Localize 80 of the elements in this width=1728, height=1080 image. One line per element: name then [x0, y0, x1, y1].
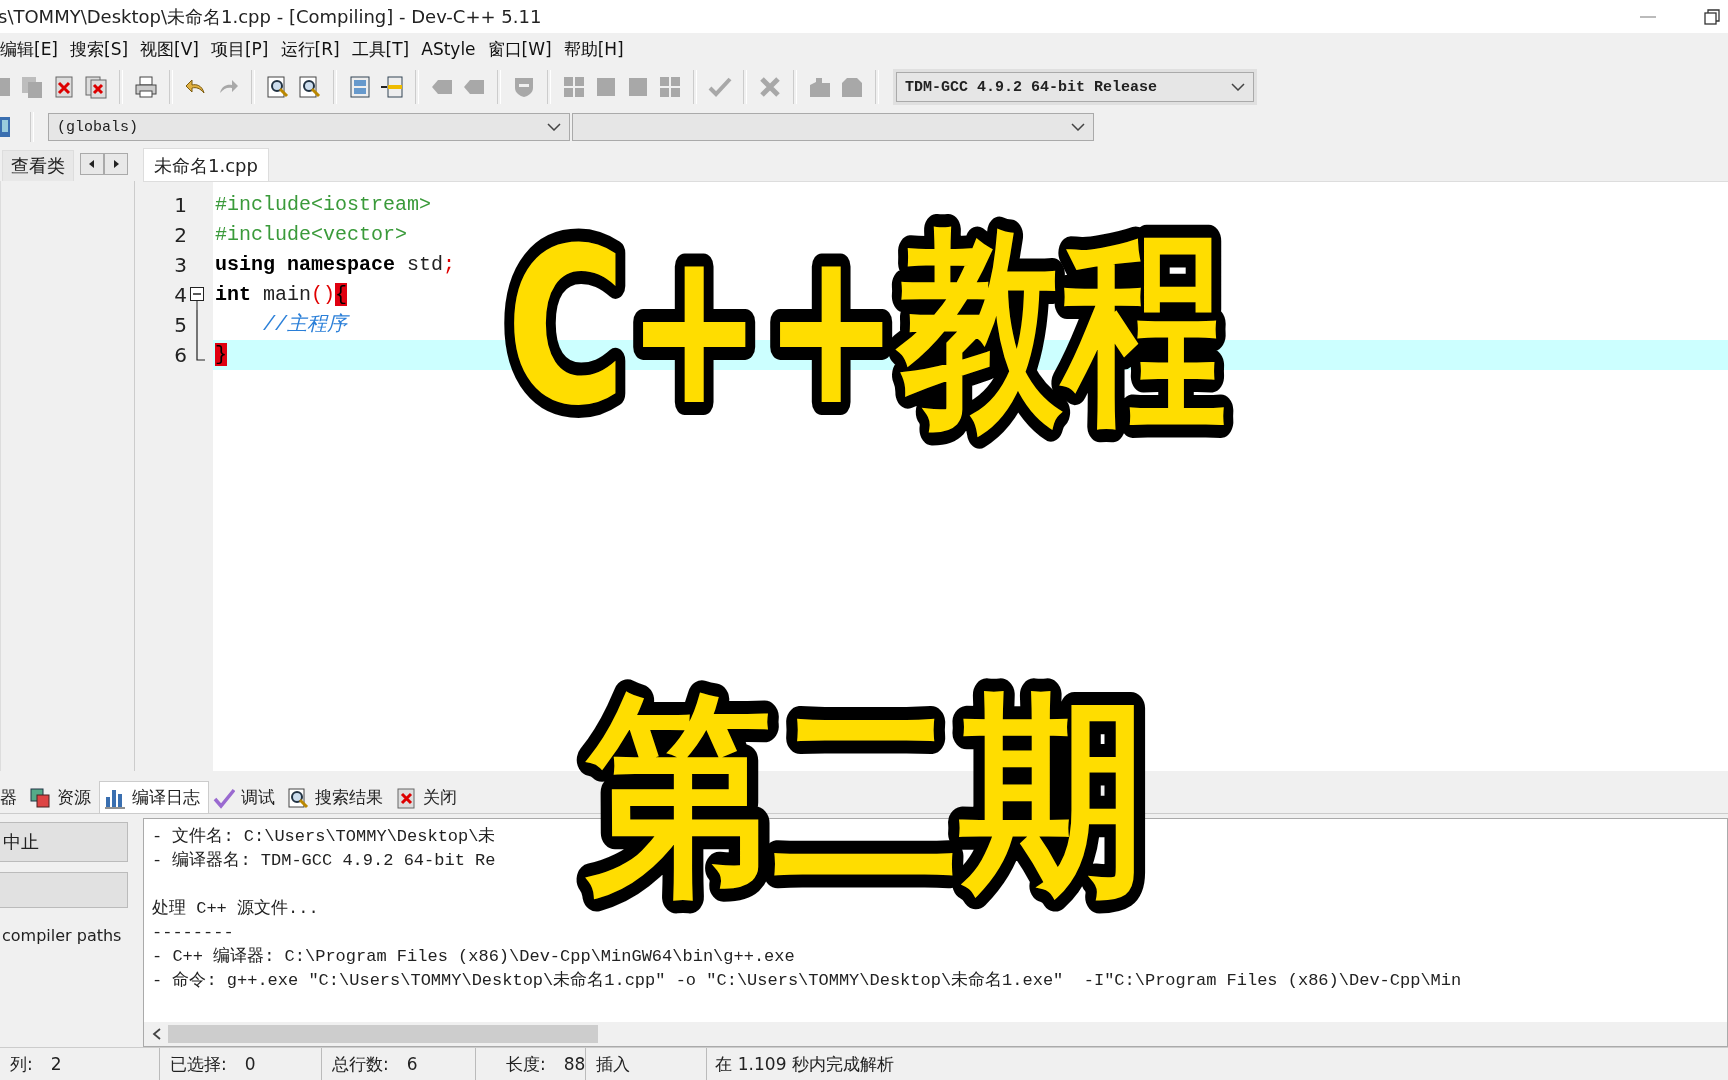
status-label: 已选择:	[170, 1052, 227, 1076]
video-title: C++教程	[506, 202, 1455, 453]
log-line: --------	[152, 922, 235, 944]
status-value: 0	[244, 1054, 256, 1074]
scroll-left-button[interactable]	[80, 153, 104, 175]
restore-icon[interactable]	[1704, 8, 1720, 25]
line-number: 4	[174, 283, 188, 307]
insert-mode-label: 插入	[596, 1052, 631, 1076]
printer-icon[interactable]	[134, 75, 158, 99]
menu-item[interactable]: 帮助[H]	[563, 34, 635, 64]
save-icon[interactable]	[0, 75, 12, 99]
scope-select[interactable]: (globals)	[48, 113, 570, 141]
panel-tab[interactable]: 编译日志	[99, 781, 209, 813]
panel-tab[interactable]: 搜索结果	[283, 782, 391, 813]
grid-icon[interactable]	[658, 75, 682, 99]
log-line: 处理 C++ 源文件...	[152, 898, 320, 920]
log-line: - 命令: g++.exe "C:\Users\TOMMY\Desktop\未命名1.cpp" -o "C:\Users\TOMMY\Desktop\未命名1.exe" -I"C:\Program Files (x86)\Dev-Cpp\Min	[152, 970, 1463, 992]
check-icon[interactable]	[708, 75, 732, 99]
copy-files-icon[interactable]	[20, 75, 44, 99]
class-browser-tab[interactable]: 查看类	[2, 150, 74, 181]
menu-item[interactable]: 编辑[E]	[0, 34, 69, 64]
panel-tab[interactable]: 器	[0, 782, 25, 813]
status-value: 88	[563, 1054, 586, 1074]
class-browser-icon[interactable]	[0, 116, 12, 138]
code-line: int main(){	[215, 282, 348, 308]
menu-item[interactable]: 运行[R]	[280, 34, 351, 64]
log-line: - 文件名: C:\Users\TOMMY\Desktop\未	[152, 826, 497, 848]
menu-item[interactable]: 项目[P]	[211, 34, 280, 64]
log-line: - 编译器名: TDM-GCC 4.9.2 64-bit Re	[152, 850, 497, 872]
file-tab[interactable]: 未命名1.cpp	[143, 148, 269, 181]
line-number: 1	[174, 193, 188, 217]
horizontal-scrollbar[interactable]	[144, 1022, 1727, 1046]
menu-item[interactable]: AStyle	[421, 36, 487, 62]
cross-icon[interactable]	[758, 75, 782, 99]
status-label: 长度:	[506, 1052, 546, 1076]
close-file-icon[interactable]	[52, 75, 76, 99]
status-value: 6	[406, 1054, 418, 1074]
search-replace-icon[interactable]	[298, 75, 322, 99]
compiler-paths-label: compiler paths	[2, 926, 123, 945]
member-select[interactable]	[572, 113, 1094, 141]
abort-button[interactable]: 中止	[0, 822, 128, 862]
line-number: 6	[174, 343, 188, 367]
window-icon[interactable]	[348, 75, 372, 99]
status-message: 在 1.109 秒内完成解析	[715, 1052, 894, 1076]
menu-item[interactable]: 窗口[W]	[487, 34, 563, 64]
search-icon[interactable]	[266, 75, 290, 99]
goto-line-icon[interactable]	[380, 75, 404, 99]
line-number: 3	[174, 253, 188, 277]
close-icon	[395, 786, 417, 809]
caret-icon	[1071, 123, 1085, 131]
panel-tab[interactable]: 资源	[25, 782, 99, 813]
status-value: 2	[50, 1054, 62, 1074]
code-line: using namespace std;	[215, 252, 456, 278]
stop-icon[interactable]	[626, 75, 650, 99]
status-label: 列:	[10, 1052, 33, 1076]
check-icon	[213, 786, 235, 809]
stop-icon[interactable]	[594, 75, 618, 99]
caret-icon	[1231, 83, 1245, 91]
search-icon	[287, 786, 309, 809]
status-label: 总行数:	[332, 1052, 389, 1076]
building-icon[interactable]	[808, 75, 832, 99]
compiler-select[interactable]: TDM-GCC 4.9.2 64-bit Release	[896, 72, 1254, 102]
caret-icon	[547, 123, 561, 131]
scroll-right-button[interactable]	[104, 153, 128, 175]
blank-button[interactable]	[0, 872, 128, 908]
close-all-icon[interactable]	[84, 75, 108, 99]
line-number: 5	[174, 313, 188, 337]
menu-item[interactable]: 视图[V]	[140, 34, 210, 64]
building-icon[interactable]	[840, 75, 864, 99]
windows-icon	[29, 786, 51, 809]
grid-icon[interactable]	[562, 75, 586, 99]
log-line: - C++ 编译器: C:\Program Files (x86)\Dev-Cpp\MinGW64\bin\g++.exe	[152, 946, 796, 968]
menu-item[interactable]: 工具[T]	[351, 34, 421, 64]
shield-icon[interactable]	[512, 75, 536, 99]
panel-tab[interactable]: 调试	[209, 782, 283, 813]
code-line: #include<vector>	[215, 222, 408, 248]
line-number: 2	[174, 223, 188, 247]
menu-item[interactable]: 搜索[S]	[70, 34, 140, 64]
panel-tab[interactable]: 关闭	[391, 782, 465, 813]
code-line: #include<iostream>	[215, 192, 432, 218]
